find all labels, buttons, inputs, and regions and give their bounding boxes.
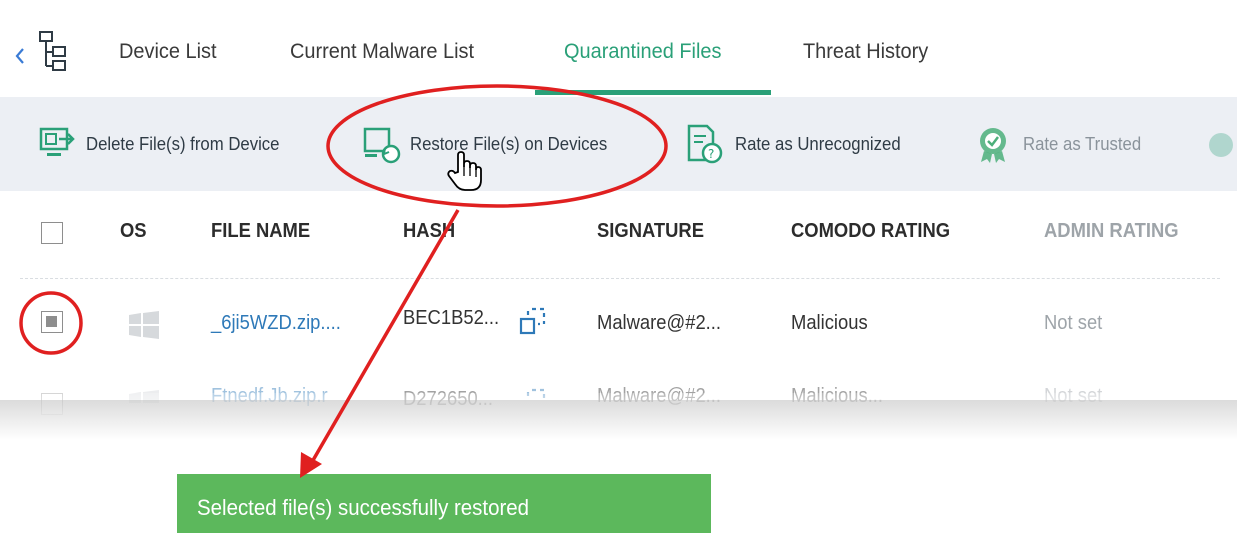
hand-cursor-icon [446, 150, 482, 197]
annotation-circle-checkbox [19, 291, 83, 355]
annotation-arrow-line [310, 209, 460, 463]
annotation-ellipse-restore [326, 84, 668, 208]
annotation-arrow-head [300, 452, 322, 478]
annotation-overlay [19, 84, 668, 478]
